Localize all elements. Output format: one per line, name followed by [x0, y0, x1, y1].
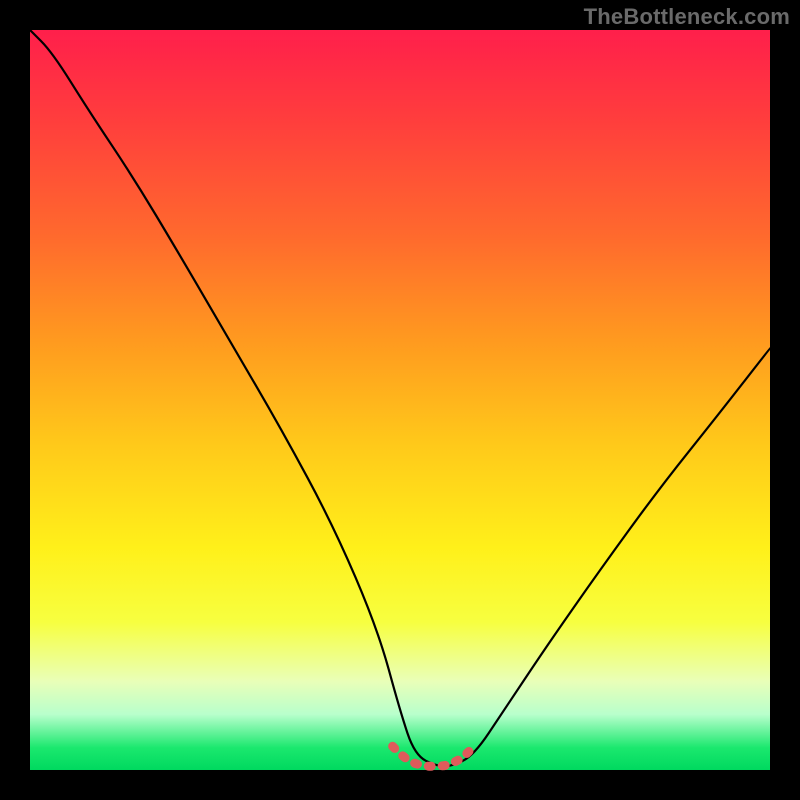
optimal-band-marker: [393, 746, 474, 766]
watermark-text: TheBottleneck.com: [584, 4, 790, 30]
bottleneck-curve: [30, 30, 770, 766]
chart-svg: [30, 30, 770, 770]
chart-frame: TheBottleneck.com: [0, 0, 800, 800]
